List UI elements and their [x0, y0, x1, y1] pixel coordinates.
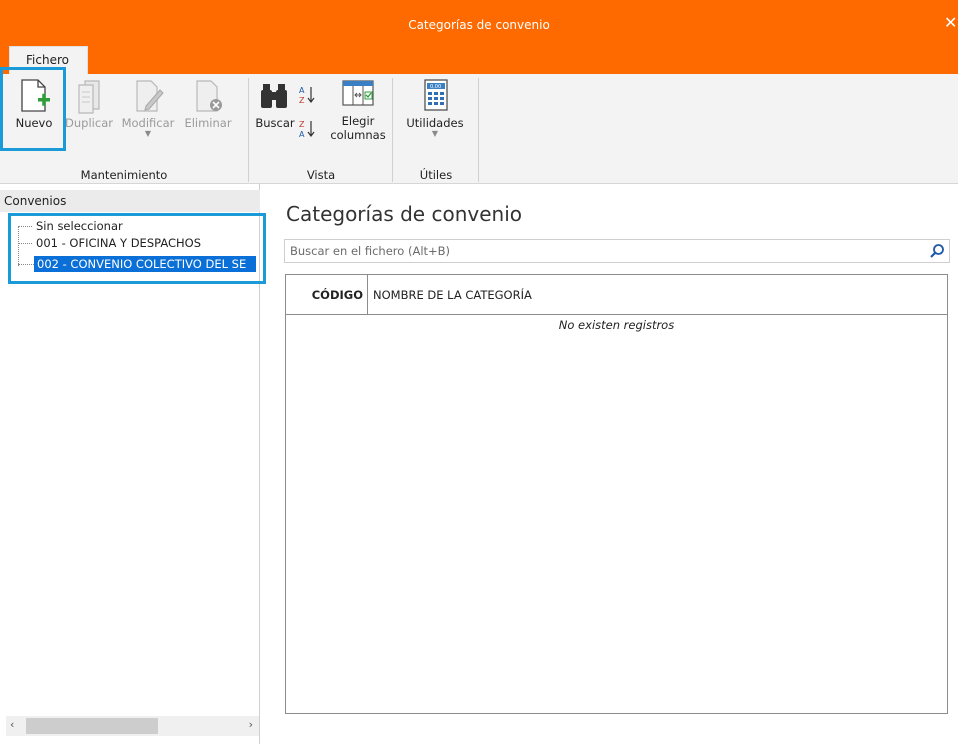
duplicar-label: Duplicar [65, 116, 113, 130]
eliminar-label: Eliminar [184, 116, 232, 130]
close-button[interactable]: ✕ [944, 14, 958, 32]
scrollbar-thumb[interactable] [26, 718, 158, 734]
group-separator [478, 78, 479, 182]
edit-document-icon [136, 80, 164, 112]
binoculars-icon [261, 84, 287, 108]
grid-header: CÓDIGO NOMBRE DE LA CATEGORÍA [286, 275, 947, 315]
sort-descending-icon[interactable]: Z A [298, 118, 316, 140]
svg-text:Z: Z [299, 96, 305, 105]
highlight-frame [0, 67, 66, 151]
group-label-utiles: Útiles [419, 168, 453, 182]
group-label-mantenimiento: Mantenimiento [80, 168, 168, 182]
empty-message: No existen registros [558, 318, 675, 332]
chevron-down-icon: ▼ [431, 129, 439, 138]
data-grid[interactable]: CÓDIGO NOMBRE DE LA CATEGORÍA No existen… [285, 274, 948, 714]
window-title: Categorías de convenio [408, 18, 550, 32]
svg-text:0,00: 0,00 [430, 84, 441, 90]
utilidades-label: Utilidades [406, 116, 464, 130]
search-icon[interactable] [929, 243, 945, 259]
utilidades-button[interactable]: 0,00 Utilidades ▼ [400, 78, 470, 138]
search-input[interactable] [285, 240, 915, 262]
delete-document-icon [196, 80, 222, 112]
search-field[interactable] [284, 239, 950, 263]
svg-text:A: A [299, 130, 305, 139]
svg-text:A: A [299, 86, 305, 95]
scroll-right-icon[interactable]: › [249, 718, 253, 731]
highlight-frame [8, 213, 266, 284]
chevron-down-icon: ▼ [144, 129, 152, 138]
buscar-button[interactable]: Buscar [254, 78, 296, 130]
group-separator [248, 78, 249, 182]
group-label-vista: Vista [306, 168, 336, 182]
convenios-header: Convenios [0, 190, 260, 212]
duplicate-icon [78, 80, 100, 114]
choose-columns-icon [342, 80, 374, 106]
horizontal-scrollbar[interactable]: ‹ › [6, 716, 259, 736]
elegir-label: Elegir [341, 114, 375, 128]
page-title: Categorías de convenio [286, 202, 522, 226]
columnas-label: columnas [330, 128, 386, 142]
modificar-label: Modificar [121, 116, 175, 130]
duplicar-button[interactable]: Duplicar [60, 78, 118, 130]
scroll-left-icon[interactable]: ‹ [10, 718, 14, 731]
buscar-label: Buscar [255, 116, 295, 130]
eliminar-button[interactable]: Eliminar [180, 78, 236, 130]
sort-ascending-icon[interactable]: A Z [298, 84, 316, 106]
column-header-nombre[interactable]: NOMBRE DE LA CATEGORÍA [369, 275, 532, 314]
calculator-icon: 0,00 [424, 79, 448, 111]
group-separator [392, 78, 393, 182]
modificar-button[interactable]: Modificar ▼ [120, 78, 176, 138]
ribbon: Nuevo Duplicar Modificar ▼ Eliminar Mant… [0, 74, 958, 184]
elegir-columnas-button[interactable]: Elegir columnas [330, 78, 386, 142]
title-bar: Categorías de convenio ✕ Fichero [0, 0, 958, 74]
svg-text:Z: Z [299, 120, 305, 129]
column-header-codigo[interactable]: CÓDIGO [286, 275, 368, 314]
